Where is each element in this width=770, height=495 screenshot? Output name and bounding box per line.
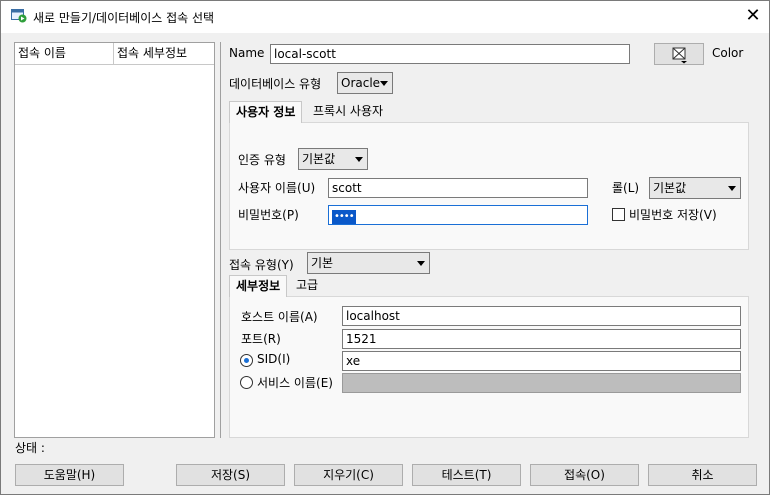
- sid-input[interactable]: xe: [342, 351, 741, 371]
- save-password-checkbox[interactable]: [612, 208, 625, 221]
- name-input[interactable]: local-scott: [270, 44, 630, 64]
- name-label: Name: [229, 46, 265, 60]
- role-value: 기본값: [653, 181, 687, 195]
- password-mask: ••••: [332, 210, 356, 224]
- column-header-connection-name[interactable]: 접속 이름: [15, 43, 114, 65]
- port-label: 포트(R): [241, 332, 281, 346]
- cancel-button[interactable]: 취소: [648, 464, 757, 486]
- database-connect-icon: [11, 9, 27, 23]
- host-label: 호스트 이름(A): [241, 310, 318, 324]
- connect-button[interactable]: 접속(O): [530, 464, 639, 486]
- auth-type-label: 인증 유형: [238, 153, 286, 167]
- db-type-value: Oracle: [341, 76, 381, 90]
- color-label: Color: [712, 46, 744, 60]
- color-picker-button[interactable]: [654, 43, 704, 65]
- panel-divider[interactable]: [220, 42, 221, 438]
- tab-advanced[interactable]: 고급: [290, 275, 324, 297]
- save-button[interactable]: 저장(S): [176, 464, 285, 486]
- tab-user-info[interactable]: 사용자 정보: [229, 101, 303, 123]
- service-name-label: 서비스 이름(E): [257, 376, 333, 390]
- connection-list[interactable]: 접속 이름 접속 세부정보: [14, 42, 215, 438]
- status-label: 상태 :: [15, 441, 45, 455]
- title-bar: 새로 만들기/데이터베이스 접속 선택 ✕: [1, 1, 769, 33]
- auth-type-select[interactable]: 기본값: [298, 148, 368, 170]
- role-label: 롤(L): [612, 181, 640, 195]
- password-label: 비밀번호(P): [238, 208, 299, 222]
- role-select[interactable]: 기본값: [649, 177, 741, 199]
- service-name-input: [342, 373, 741, 393]
- chevron-down-icon: [355, 157, 363, 162]
- color-swatch-icon: [672, 47, 687, 64]
- conn-type-value: 기본: [311, 256, 334, 270]
- sid-label: SID(I): [257, 352, 291, 366]
- username-label: 사용자 이름(U): [238, 181, 316, 195]
- db-type-select[interactable]: Oracle: [337, 72, 393, 94]
- host-input[interactable]: localhost: [342, 306, 741, 326]
- service-name-radio[interactable]: [240, 376, 253, 389]
- tab-proxy-user[interactable]: 프록시 사용자: [307, 101, 389, 123]
- username-input[interactable]: scott: [328, 178, 588, 198]
- port-input[interactable]: 1521: [342, 329, 741, 349]
- password-input[interactable]: ••••: [328, 205, 588, 225]
- save-password-label: 비밀번호 저장(V): [629, 208, 717, 222]
- chevron-down-icon: [728, 186, 736, 191]
- clear-button[interactable]: 지우기(C): [294, 464, 403, 486]
- help-button[interactable]: 도움말(H): [15, 464, 124, 486]
- conn-type-select[interactable]: 기본: [307, 252, 430, 274]
- conn-type-label: 접속 유형(Y): [229, 258, 294, 272]
- tab-details[interactable]: 세부정보: [229, 275, 288, 297]
- chevron-down-icon: [380, 81, 388, 86]
- chevron-down-icon: [417, 261, 425, 266]
- close-icon[interactable]: ✕: [739, 5, 767, 29]
- sid-radio[interactable]: [240, 354, 253, 367]
- auth-type-value: 기본값: [302, 152, 336, 166]
- column-header-connection-details[interactable]: 접속 세부정보: [114, 43, 214, 65]
- db-type-label: 데이터베이스 유형: [229, 77, 322, 91]
- new-connection-dialog: 새로 만들기/데이터베이스 접속 선택 ✕ 접속 이름 접속 세부정보 Name…: [0, 0, 770, 495]
- test-button[interactable]: 테스트(T): [412, 464, 521, 486]
- window-title: 새로 만들기/데이터베이스 접속 선택: [33, 11, 215, 25]
